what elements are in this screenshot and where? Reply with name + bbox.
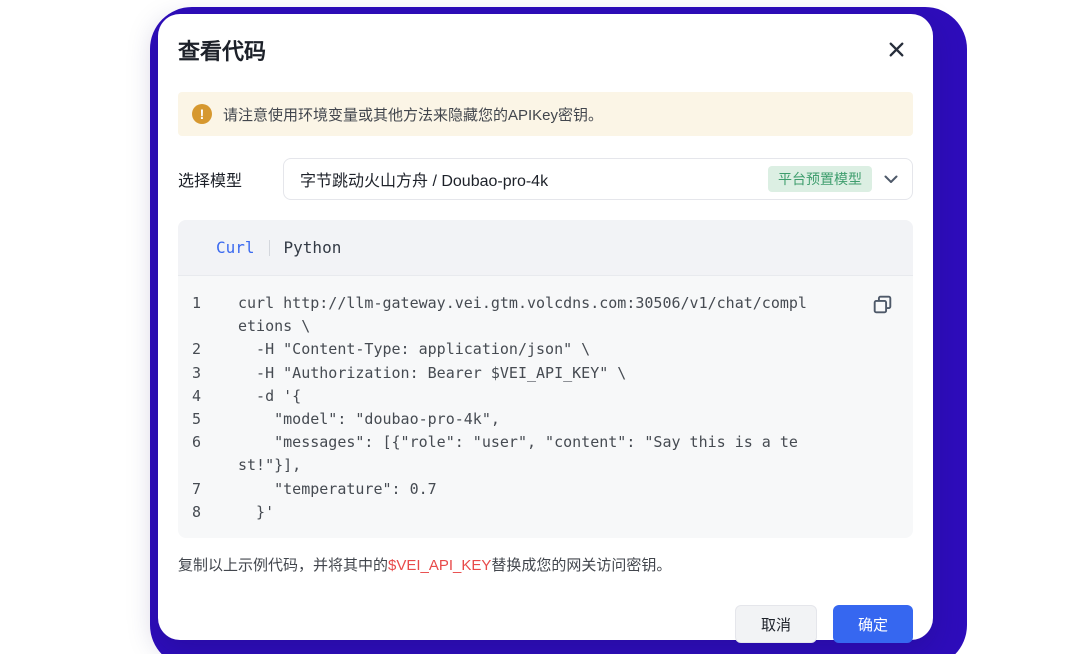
code-text: -d '{ — [238, 386, 302, 405]
model-select-label: 选择模型 — [178, 173, 243, 190]
view-code-dialog: 查看代码 ! 请注意使用环境变量或其他方法来隐藏您的APIKey密钥。 选择模型… — [158, 14, 933, 644]
code-line: 2 -H "Content-Type: application/json" \ — [192, 338, 857, 361]
note-prefix: 复制以上示例代码，并将其中的 — [178, 557, 389, 575]
dialog-actions: 取消 确定 — [178, 605, 913, 644]
api-key-placeholder: $VEI_API_KEY — [388, 557, 492, 575]
close-icon — [889, 42, 904, 57]
code-snippet-panel: Curl Python 1 curl http://llm-gateway.vei… — [178, 220, 913, 539]
tab-python[interactable]: Python — [284, 238, 342, 257]
code-text: "model": "doubao-pro-4k", — [238, 410, 500, 429]
warning-text: 请注意使用环境变量或其他方法来隐藏您的APIKey密钥。 — [223, 106, 604, 124]
line-number — [192, 315, 238, 338]
code-line: 4 -d '{ — [192, 385, 857, 408]
warning-icon: ! — [192, 104, 212, 124]
model-select-value: 字节跳动火山方舟 / Doubao-pro-4k — [300, 173, 549, 190]
language-tabs: Curl Python — [178, 220, 913, 276]
preset-model-badge: 平台预置模型 — [768, 166, 872, 192]
line-number: 6 — [192, 433, 202, 452]
line-number: 7 — [192, 479, 202, 498]
code-line: 1 curl http://llm-gateway.vei.gtm.volcdns… — [192, 292, 857, 315]
cancel-button[interactable]: 取消 — [734, 605, 817, 644]
code-line: st!"}], — [192, 454, 857, 477]
code-text: "messages": [{"role": "user", "content":… — [238, 433, 798, 452]
apikey-warning-banner: ! 请注意使用环境变量或其他方法来隐藏您的APIKey密钥。 — [178, 92, 913, 136]
code-text: st!"}], — [238, 456, 302, 475]
code-line: 5 "model": "doubao-pro-4k", — [192, 408, 857, 431]
dialog-title: 查看代码 — [178, 39, 267, 64]
code-text: -H "Authorization: Bearer $VEI_API_KEY" … — [238, 363, 627, 382]
copy-instruction-note: 复制以上示例代码，并将其中的$VEI_API_KEY替换成您的网关访问密钥。 — [178, 554, 913, 575]
line-number: 2 — [192, 340, 202, 359]
dialog-header: 查看代码 — [178, 14, 913, 66]
line-number: 1 — [192, 294, 202, 312]
tab-divider — [268, 239, 270, 256]
code-text: curl http://llm-gateway.vei.gtm.volcdns.… — [238, 294, 807, 312]
code-editor: 1 curl http://llm-gateway.vei.gtm.volcdns… — [178, 276, 913, 538]
close-button[interactable] — [887, 40, 905, 58]
note-suffix: 替换成您的网关访问密钥。 — [491, 557, 672, 575]
copy-icon — [873, 295, 893, 314]
line-number: 5 — [192, 410, 202, 429]
chevron-down-icon — [884, 175, 898, 184]
code-line: etions \ — [192, 315, 857, 338]
line-number: 4 — [192, 386, 202, 405]
line-number: 3 — [192, 363, 202, 382]
code-line: 8 }' — [192, 501, 857, 524]
tab-curl[interactable]: Curl — [216, 238, 255, 257]
code-text: etions \ — [238, 317, 311, 336]
code-lines: 1 curl http://llm-gateway.vei.gtm.volcdns… — [192, 292, 857, 524]
code-text: "temperature": 0.7 — [238, 479, 437, 498]
page: 查看代码 ! 请注意使用环境变量或其他方法来隐藏您的APIKey密钥。 选择模型… — [0, 0, 1080, 654]
code-line: 7 "temperature": 0.7 — [192, 478, 857, 501]
line-number: 8 — [192, 502, 202, 521]
code-line: 6 "messages": [{"role": "user", "content… — [192, 431, 857, 454]
model-select-dropdown[interactable]: 字节跳动火山方舟 / Doubao-pro-4k 平台预置模型 — [283, 158, 913, 200]
confirm-button[interactable]: 确定 — [832, 605, 913, 644]
code-line: 3 -H "Authorization: Bearer $VEI_API_KEY… — [192, 362, 857, 385]
line-number — [192, 454, 238, 477]
copy-code-button[interactable] — [873, 294, 893, 314]
code-text: }' — [238, 502, 275, 521]
model-select-row: 选择模型 字节跳动火山方舟 / Doubao-pro-4k 平台预置模型 — [178, 158, 913, 200]
code-text: -H "Content-Type: application/json" \ — [238, 340, 591, 359]
